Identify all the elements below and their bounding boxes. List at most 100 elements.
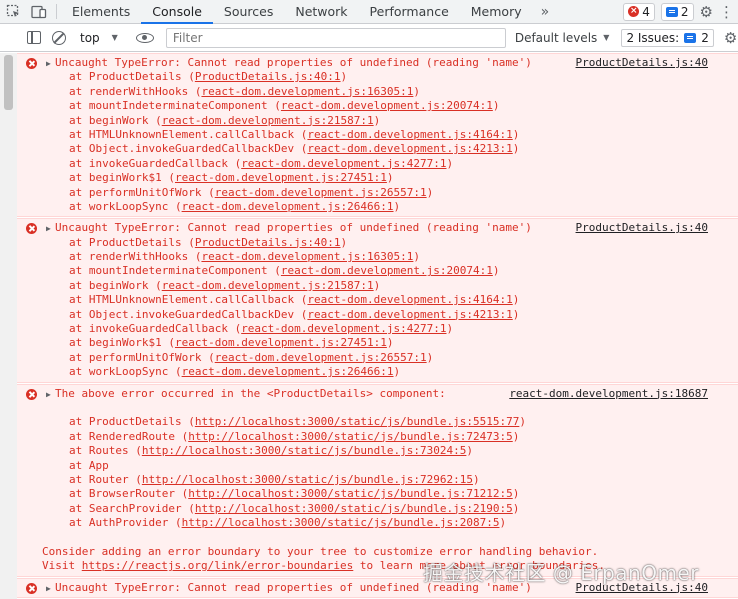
- stack-link[interactable]: react-dom.development.js:4277:1: [241, 157, 446, 170]
- stack-frame: at mountIndeterminateComponent (react-do…: [69, 264, 500, 278]
- gear-icon[interactable]: ⚙: [724, 29, 737, 47]
- tab-sources[interactable]: Sources: [213, 0, 284, 23]
- stack-frame: at renderWithHooks (react-dom.developmen…: [69, 84, 420, 98]
- stack-link[interactable]: http://localhost:3000/static/js/bundle.j…: [188, 487, 513, 500]
- message-count-badge[interactable]: 2: [660, 2, 694, 21]
- stack-frame: at RenderedRoute (http://localhost:3000/…: [69, 429, 520, 443]
- stack-frame: at SearchProvider (http://localhost:3000…: [69, 501, 520, 515]
- stack-frame: at ProductDetails (http://localhost:3000…: [69, 415, 526, 429]
- stack-frame: at HTMLUnknownElement.callCallback (reac…: [69, 293, 520, 307]
- stack-frame: at beginWork (react-dom.development.js:2…: [69, 113, 381, 127]
- stack-link[interactable]: react-dom.development.js:4213:1: [307, 308, 512, 321]
- console-toolbar: top ▼ Default levels ▼ 2 Issues: 2 ⚙: [0, 24, 738, 52]
- stack-frame: at HTMLUnknownElement.callCallback (reac…: [69, 127, 520, 141]
- divider: [56, 4, 57, 19]
- stack-link[interactable]: http://localhost:3000/static/js/bundle.j…: [142, 473, 473, 486]
- error-message[interactable]: ▶ Uncaught TypeError: Cannot read propert…: [17, 577, 738, 599]
- device-toolbar-icon[interactable]: [26, 0, 52, 23]
- stack-link[interactable]: react-dom.development.js:4164:1: [307, 293, 512, 306]
- kebab-menu-icon[interactable]: ⋮: [719, 3, 734, 21]
- context-selector[interactable]: top ▼: [80, 31, 118, 45]
- caret-down-icon: ▼: [603, 33, 610, 42]
- stack-frame: at performUnitOfWork (react-dom.developm…: [69, 185, 434, 199]
- more-tabs-icon[interactable]: »: [533, 0, 558, 23]
- source-link[interactable]: ProductDetails.js:40: [576, 56, 708, 70]
- filter-input[interactable]: [165, 27, 506, 48]
- stack-link[interactable]: http://localhost:3000/static/js/bundle.j…: [142, 444, 467, 457]
- stack-frame: at workLoopSync (react-dom.development.j…: [69, 199, 401, 213]
- stack-frame: at invokeGuardedCallback (react-dom.deve…: [69, 322, 454, 336]
- stack-frame: at beginWork (react-dom.development.js:2…: [69, 278, 381, 292]
- stack-link[interactable]: react-dom.development.js:20074:1: [281, 264, 493, 277]
- scrollbar[interactable]: [0, 53, 17, 599]
- tab-console[interactable]: Console: [141, 0, 213, 24]
- stack-link[interactable]: react-dom.development.js:4277:1: [241, 322, 446, 335]
- error-header: ▶ Uncaught TypeError: Cannot read propert…: [17, 581, 738, 595]
- error-count-badge[interactable]: × 4: [623, 2, 655, 21]
- scroll-thumb[interactable]: [4, 55, 13, 110]
- tab-network[interactable]: Network: [284, 0, 358, 23]
- stack-frame: at Object.invokeGuardedCallbackDev (reac…: [69, 142, 520, 156]
- error-message[interactable]: ▶ The above error occurred in the <Produc…: [17, 383, 738, 577]
- error-message[interactable]: ▶ Uncaught TypeError: Cannot read propert…: [17, 218, 738, 383]
- stack-link[interactable]: http://localhost:3000/static/js/bundle.j…: [182, 516, 500, 529]
- expand-triangle-icon[interactable]: ▶: [46, 222, 55, 236]
- stack-frame: at performUnitOfWork (react-dom.developm…: [69, 350, 434, 364]
- error-boundary-note: Consider adding an error boundary to you…: [42, 544, 599, 558]
- stack-link[interactable]: react-dom.development.js:4164:1: [307, 128, 512, 141]
- tabbar-right: × 4 2 ⚙ ⋮: [623, 0, 738, 23]
- tab-memory[interactable]: Memory: [460, 0, 533, 23]
- source-link[interactable]: react-dom.development.js:18687: [509, 387, 708, 401]
- stack-link[interactable]: react-dom.development.js:4213:1: [307, 142, 512, 155]
- stack-frame: at ProductDetails (ProductDetails.js:40:…: [69, 70, 348, 84]
- stack-link[interactable]: http://localhost:3000/static/js/bundle.j…: [195, 502, 513, 515]
- tab-elements[interactable]: Elements: [61, 0, 141, 23]
- issues-button[interactable]: 2 Issues: 2: [621, 28, 714, 47]
- stack-link[interactable]: react-dom.development.js:26557:1: [215, 186, 427, 199]
- issues-label: 2 Issues:: [626, 30, 680, 45]
- stack-link[interactable]: react-dom.development.js:27451:1: [175, 171, 387, 184]
- stack-link[interactable]: http://localhost:3000/static/js/bundle.j…: [195, 415, 520, 428]
- stack-link[interactable]: react-dom.development.js:16305:1: [201, 250, 413, 263]
- clear-console-icon[interactable]: [52, 30, 66, 45]
- sidebar-toggle-icon[interactable]: [27, 31, 41, 44]
- error-header: ▶ Uncaught TypeError: Cannot read propert…: [17, 221, 738, 235]
- stack-link[interactable]: react-dom.development.js:20074:1: [281, 99, 493, 112]
- stack-link[interactable]: react-dom.development.js:27451:1: [175, 336, 387, 349]
- error-header: ▶ The above error occurred in the <Produc…: [17, 387, 738, 401]
- tab-performance[interactable]: Performance: [359, 0, 460, 23]
- stack-link[interactable]: react-dom.development.js:21587:1: [162, 114, 374, 127]
- error-count: 4: [642, 4, 650, 19]
- inspect-icon[interactable]: [0, 0, 26, 23]
- expand-triangle-icon[interactable]: ▶: [46, 582, 55, 596]
- stack-frame: at BrowserRouter (http://localhost:3000/…: [69, 487, 520, 501]
- message-count: 2: [680, 4, 689, 19]
- stack-link[interactable]: react-dom.development.js:26466:1: [182, 200, 394, 213]
- levels-dropdown[interactable]: Default levels ▼: [515, 31, 610, 45]
- source-link[interactable]: ProductDetails.js:40: [576, 581, 708, 595]
- stack-frame: at AuthProvider (http://localhost:3000/s…: [69, 516, 507, 530]
- stack-link[interactable]: http://localhost:3000/static/js/bundle.j…: [188, 430, 513, 443]
- stack-link[interactable]: react-dom.development.js:21587:1: [162, 279, 374, 292]
- eye-icon[interactable]: [135, 32, 154, 43]
- stack-link[interactable]: ProductDetails.js:40:1: [195, 70, 341, 83]
- error-header: ▶ Uncaught TypeError: Cannot read propert…: [17, 56, 738, 70]
- stack-link[interactable]: react-dom.development.js:26466:1: [182, 365, 394, 378]
- stack-frame: at workLoopSync (react-dom.development.j…: [69, 365, 401, 379]
- stack-link[interactable]: ProductDetails.js:40:1: [195, 236, 341, 249]
- source-link[interactable]: ProductDetails.js:40: [576, 221, 708, 235]
- stack-link[interactable]: react-dom.development.js:26557:1: [215, 351, 427, 364]
- gear-icon[interactable]: ⚙: [700, 3, 713, 21]
- error-message[interactable]: ▶ Uncaught TypeError: Cannot read propert…: [17, 53, 738, 218]
- context-label: top: [80, 30, 100, 45]
- expand-triangle-icon[interactable]: ▶: [46, 57, 55, 71]
- expand-triangle-icon[interactable]: ▶: [46, 388, 55, 402]
- stack-link[interactable]: react-dom.development.js:16305:1: [201, 85, 413, 98]
- stack-frame: at Routes (http://localhost:3000/static/…: [69, 444, 473, 458]
- stack-frame: at App: [69, 458, 109, 472]
- message-icon: [665, 6, 678, 17]
- docs-link[interactable]: https://reactjs.org/link/error-boundarie…: [82, 559, 354, 572]
- console-messages: ▶ Uncaught TypeError: Cannot read propert…: [17, 53, 738, 599]
